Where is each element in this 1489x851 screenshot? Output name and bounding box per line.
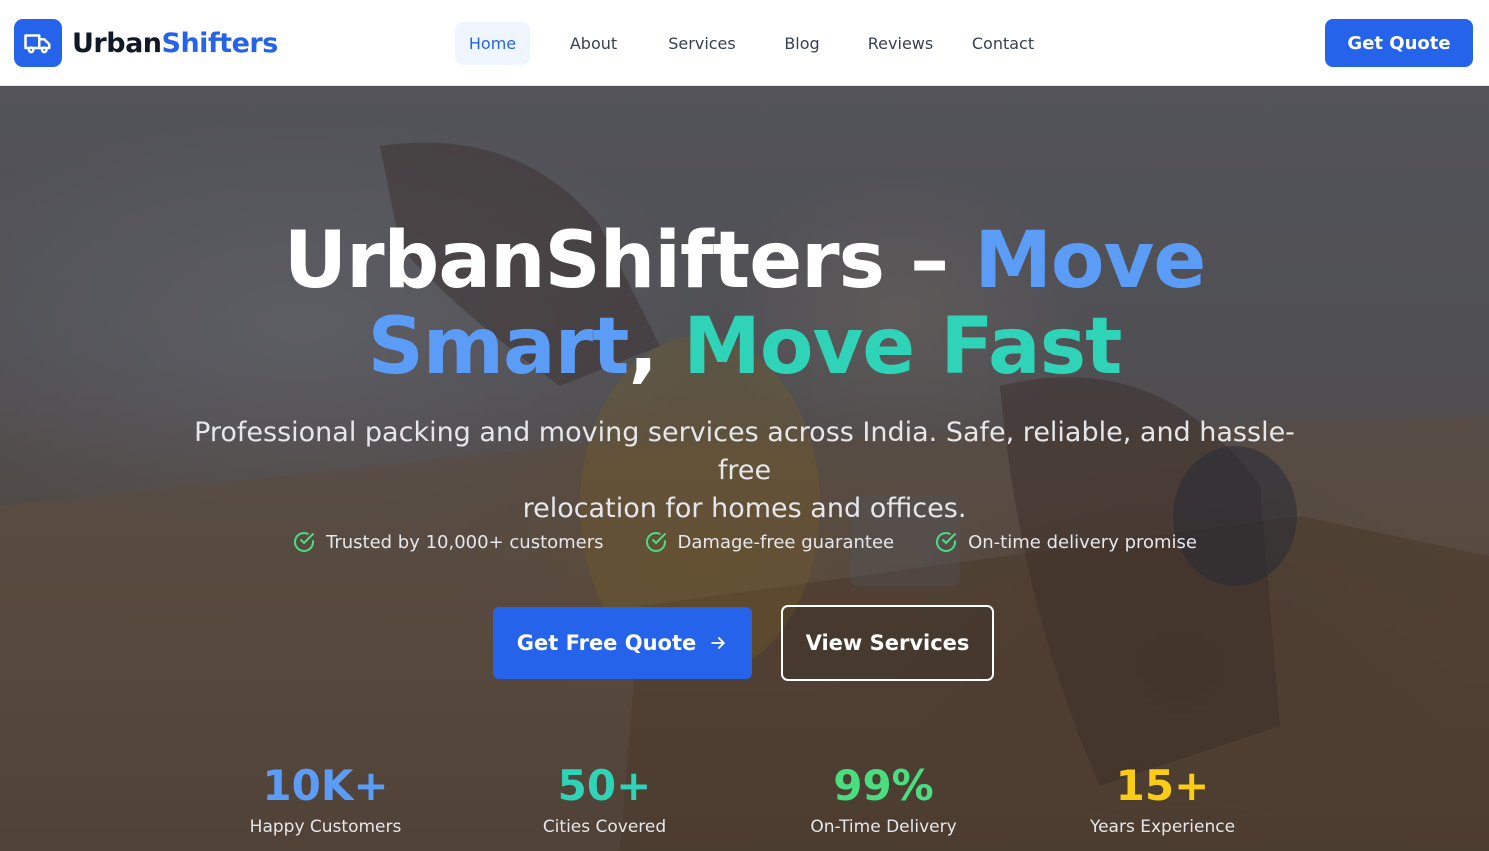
feature-label: Damage-free guarantee	[677, 531, 895, 553]
stat-label: Years Experience	[1089, 817, 1236, 837]
brand-logo[interactable]: UrbanShifters	[14, 19, 278, 67]
nav-item-blog[interactable]: Blog	[772, 22, 832, 65]
check-circle-icon	[936, 532, 957, 552]
feature-item: On-time delivery promise	[934, 530, 1197, 554]
hero-section: UrbanShifters – Move Smart, Move Fast Pr…	[0, 86, 1489, 851]
check-circle-icon	[294, 532, 314, 552]
check-circle-icon	[645, 532, 666, 552]
get-quote-button[interactable]: Get Quote	[1325, 19, 1473, 67]
brand-name-part1: Urban	[72, 27, 162, 59]
hero-features: Trusted by 10,000+ customers Damage-free…	[0, 530, 1489, 554]
brand-name-part2: Shifters	[161, 27, 279, 59]
nav-item-home[interactable]: Home	[455, 22, 530, 65]
hero-subtitle-line2: relocation for homes and offices.	[522, 493, 967, 524]
hero-title-part2: Move	[974, 216, 1206, 306]
nav-item-services[interactable]: Services	[657, 22, 747, 65]
main-nav: Home About Services Blog Reviews Contact	[455, 22, 1043, 65]
truck-icon	[14, 19, 62, 67]
brand-name: UrbanShifters	[72, 28, 278, 59]
feature-item: Trusted by 10,000+ customers	[292, 530, 604, 554]
nav-item-reviews[interactable]: Reviews	[858, 22, 943, 65]
get-free-quote-button[interactable]: Get Free Quote	[493, 607, 752, 679]
hero-subtitle-line1: Professional packing and moving services…	[194, 417, 1295, 486]
stat-value: 15+	[1115, 761, 1210, 810]
feature-item: Damage-free guarantee	[644, 530, 895, 554]
stat-label: Happy Customers	[249, 817, 402, 837]
hero-title-line1: UrbanShifters – Move	[0, 217, 1489, 305]
get-free-quote-label: Get Free Quote	[516, 631, 697, 655]
hero-title-part4: ,	[628, 302, 684, 392]
stat-value: 50+	[557, 761, 652, 810]
hero-subtitle: Professional packing and moving services…	[180, 414, 1309, 528]
feature-label: Trusted by 10,000+ customers	[325, 531, 604, 553]
stat-value: 99%	[833, 761, 934, 810]
hero-title-part1: UrbanShifters –	[283, 216, 975, 306]
stat-item: 10K+ Happy Customers	[186, 761, 465, 837]
view-services-button[interactable]: View Services	[781, 605, 994, 681]
stat-label: On-Time Delivery	[810, 817, 957, 837]
arrow-right-icon	[711, 637, 725, 649]
stat-item: 15+ Years Experience	[1023, 761, 1302, 837]
feature-label: On-time delivery promise	[968, 531, 1198, 553]
hero-title-part5: Move Fast	[683, 302, 1122, 392]
nav-item-about[interactable]: About	[556, 22, 631, 65]
stats-row: 10K+ Happy Customers 50+ Cities Covered …	[186, 761, 1303, 837]
stat-value: 10K+	[262, 761, 389, 810]
hero-title-part3: Smart	[367, 302, 630, 392]
stat-item: 50+ Cities Covered	[465, 761, 744, 837]
hero-title-line2: Smart, Move Fast	[0, 303, 1489, 391]
nav-item-contact[interactable]: Contact	[963, 22, 1043, 65]
stat-item: 99% On-Time Delivery	[744, 761, 1023, 837]
stat-label: Cities Covered	[542, 817, 667, 837]
site-header: UrbanShifters Home About Services Blog R…	[0, 0, 1489, 86]
